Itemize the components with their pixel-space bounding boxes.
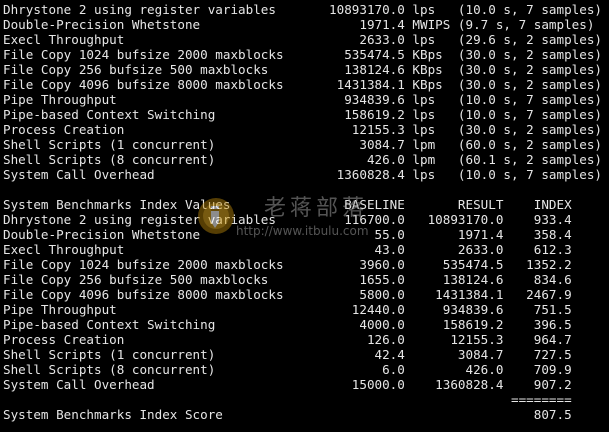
- terminal-line: System Benchmarks Index Score 807.5: [3, 407, 572, 422]
- terminal-line: System Benchmarks Index Values BASELINE …: [3, 197, 572, 212]
- terminal-line: Shell Scripts (8 concurrent) 426.0 lpm (…: [3, 152, 602, 167]
- terminal-line: Dhrystone 2 using register variables 108…: [3, 2, 602, 17]
- terminal-line: Pipe-based Context Switching 4000.0 1586…: [3, 317, 572, 332]
- terminal-line: Shell Scripts (1 concurrent) 3084.7 lpm …: [3, 137, 602, 152]
- terminal-line: Double-Precision Whetstone 55.0 1971.4 3…: [3, 227, 572, 242]
- terminal-line: Execl Throughput 2633.0 lps (29.6 s, 2 s…: [3, 32, 602, 47]
- terminal-line: Execl Throughput 43.0 2633.0 612.3: [3, 242, 572, 257]
- terminal-line: Pipe Throughput 12440.0 934839.6 751.5: [3, 302, 572, 317]
- terminal-line: Pipe Throughput 934839.6 lps (10.0 s, 7 …: [3, 92, 602, 107]
- terminal-line: Dhrystone 2 using register variables 116…: [3, 212, 572, 227]
- terminal-line: System Call Overhead 15000.0 1360828.4 9…: [3, 377, 572, 392]
- terminal-line: Shell Scripts (8 concurrent) 6.0 426.0 7…: [3, 362, 572, 377]
- terminal-line: File Copy 256 bufsize 500 maxblocks 1655…: [3, 272, 572, 287]
- terminal-output: Dhrystone 2 using register variables 108…: [0, 0, 609, 432]
- terminal-line: System Call Overhead 1360828.4 lps (10.0…: [3, 167, 602, 182]
- terminal-line: Shell Scripts (1 concurrent) 42.4 3084.7…: [3, 347, 572, 362]
- terminal-line: Process Creation 126.0 12155.3 964.7: [3, 332, 572, 347]
- terminal-line: File Copy 4096 bufsize 8000 maxblocks 14…: [3, 77, 602, 92]
- terminal-line: Process Creation 12155.3 lps (30.0 s, 2 …: [3, 122, 602, 137]
- terminal-line: File Copy 1024 bufsize 2000 maxblocks 39…: [3, 257, 572, 272]
- terminal-line: File Copy 1024 bufsize 2000 maxblocks 53…: [3, 47, 602, 62]
- terminal-line: File Copy 256 bufsize 500 maxblocks 1381…: [3, 62, 602, 77]
- terminal-line: File Copy 4096 bufsize 8000 maxblocks 58…: [3, 287, 572, 302]
- terminal-line: Pipe-based Context Switching 158619.2 lp…: [3, 107, 602, 122]
- terminal-line: Double-Precision Whetstone 1971.4 MWIPS …: [3, 17, 595, 32]
- terminal-line: ========: [3, 392, 572, 407]
